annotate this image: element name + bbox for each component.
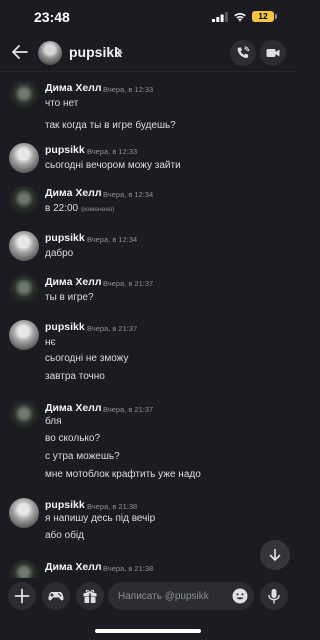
message-text-content: в 22:00 xyxy=(45,203,79,214)
message-timestamp: Вчера, в 12:33 xyxy=(87,147,138,156)
avatar[interactable] xyxy=(9,401,39,431)
battery-tip xyxy=(275,14,277,19)
message-text: во сколько? xyxy=(45,433,101,444)
message-author[interactable]: Дима Хелл xyxy=(45,276,102,288)
message-author[interactable]: pupsikk xyxy=(45,232,85,244)
message-text: нє xyxy=(45,337,56,348)
status-bar: 23:48 12 xyxy=(0,0,296,34)
scroll-to-bottom-button[interactable] xyxy=(260,540,290,570)
message-text: сьогодні вечором можу зайти xyxy=(45,160,181,171)
status-time: 23:48 xyxy=(34,9,70,25)
video-call-button[interactable] xyxy=(260,40,286,66)
message-text: завтра точно xyxy=(45,371,105,382)
message-text: так когда ты в игре будешь? xyxy=(45,120,176,131)
gamepad-icon xyxy=(48,592,64,601)
avatar[interactable] xyxy=(9,275,39,305)
message-timestamp: Вчера, в 21:37 xyxy=(103,279,154,288)
gift-icon xyxy=(83,589,97,603)
message-timestamp: Вчера, в 12:33 xyxy=(103,85,154,94)
message-author[interactable]: Дима Хелл xyxy=(45,187,102,199)
avatar[interactable] xyxy=(38,41,62,65)
voice-call-button[interactable] xyxy=(230,40,256,66)
message-text: мне мотоблок крафтить уже надо xyxy=(45,469,201,480)
chevron-right-icon[interactable] xyxy=(116,47,123,58)
message-author[interactable]: pupsikk xyxy=(45,144,85,156)
message-timestamp: Вчера, в 12:34 xyxy=(103,190,154,199)
avatar[interactable] xyxy=(9,231,39,261)
message-text: что нет xyxy=(45,98,79,109)
message-timestamp: Вчера, в 21:37 xyxy=(87,324,138,333)
avatar[interactable] xyxy=(9,143,39,173)
message-text: сьогодні не зможу xyxy=(45,353,129,364)
microphone-icon xyxy=(268,589,280,604)
signal-icon xyxy=(212,12,228,22)
voice-message-button[interactable] xyxy=(260,582,288,610)
avatar[interactable] xyxy=(9,81,39,111)
message-text: ты в игре? xyxy=(45,292,94,303)
edited-label: (изменено) xyxy=(81,206,115,213)
message-author[interactable]: Дима Хелл xyxy=(45,402,102,414)
activities-button[interactable] xyxy=(42,582,70,610)
phone-icon xyxy=(237,46,250,58)
message-timestamp: Вчера, в 21:38 xyxy=(87,502,138,511)
avatar[interactable] xyxy=(9,560,39,578)
message-author[interactable]: pupsikk xyxy=(45,499,85,511)
message-timestamp: Вчера, в 21:37 xyxy=(103,405,154,414)
back-arrow-icon[interactable] xyxy=(11,44,29,60)
message-text: бля xyxy=(45,416,62,427)
page-title[interactable]: pupsikk xyxy=(69,44,122,60)
gift-button[interactable] xyxy=(76,582,104,610)
arrow-down-icon xyxy=(269,548,281,561)
avatar[interactable] xyxy=(9,498,39,528)
avatar[interactable] xyxy=(9,320,39,350)
message-text: дабро xyxy=(45,248,74,259)
message-composer xyxy=(0,578,296,618)
message-timestamp: Вчера, в 21:38 xyxy=(103,564,154,573)
message-text: с утра можешь? xyxy=(45,451,120,462)
message-list: Дима Хелл Вчера, в 12:33 что нет так ког… xyxy=(0,72,296,578)
wifi-icon xyxy=(234,13,246,22)
add-attachment-button[interactable] xyxy=(8,582,36,610)
home-indicator[interactable] xyxy=(95,629,201,633)
message-author[interactable]: Дима Хелл xyxy=(45,82,102,94)
chat-header: pupsikk xyxy=(0,34,296,72)
video-camera-icon xyxy=(266,49,280,57)
plus-icon xyxy=(14,588,30,604)
emoji-icon[interactable] xyxy=(232,588,248,604)
message-author[interactable]: pupsikk xyxy=(45,321,85,333)
message-text: або обід xyxy=(45,530,84,541)
message-timestamp: Вчера, в 12:34 xyxy=(87,235,138,244)
message-author[interactable]: Дима Хелл xyxy=(45,561,102,573)
message-text: в 22:00 (изменено) xyxy=(45,203,115,214)
message-text: я напишу десь під вечір xyxy=(45,513,156,524)
battery-icon: 12 xyxy=(252,11,274,22)
avatar[interactable] xyxy=(9,186,39,216)
